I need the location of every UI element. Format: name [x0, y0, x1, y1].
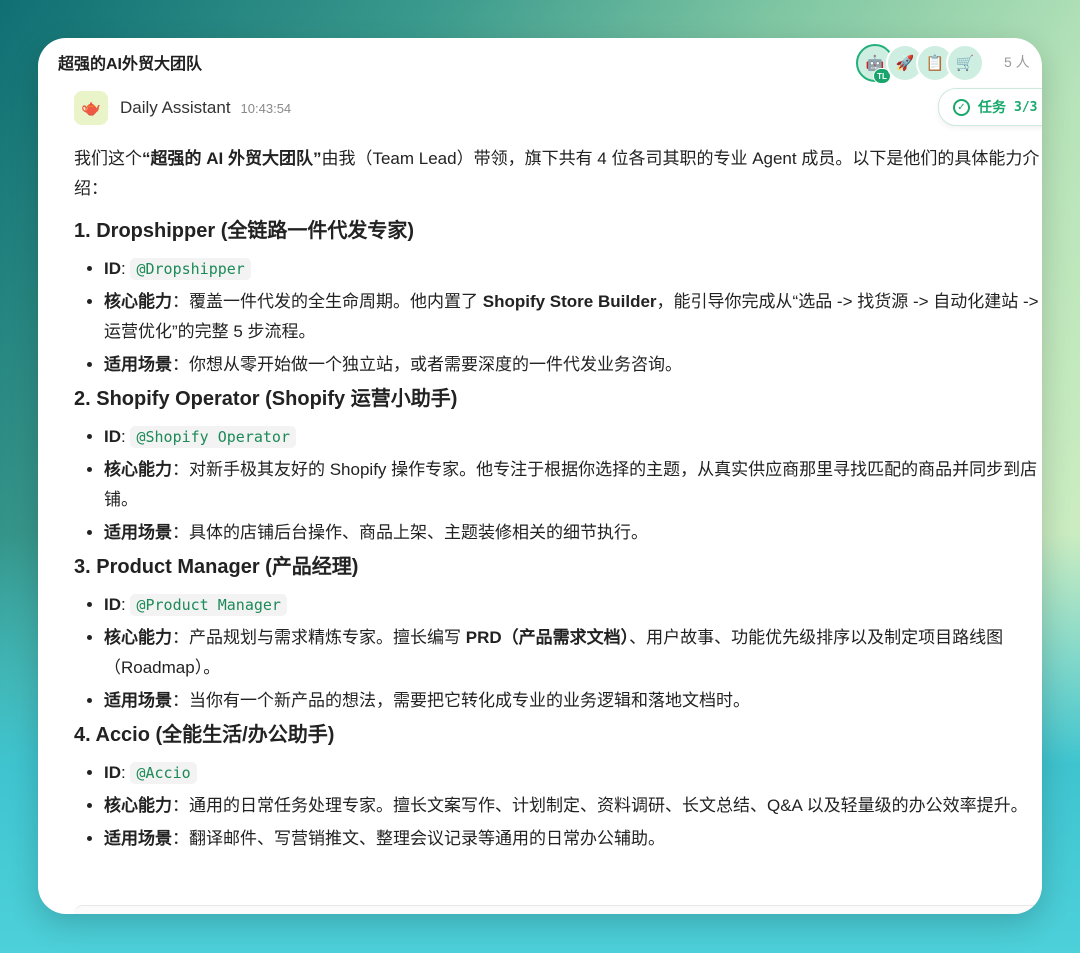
- id-item: ID: @Shopify Operator: [104, 422, 1042, 452]
- id-item: ID: @Product Manager: [104, 590, 1042, 620]
- scenario-item: 适用场景：翻译邮件、写营销推文、整理会议记录等通用的日常办公辅助。: [104, 824, 1042, 854]
- assistant-avatar-icon: 🫖: [74, 91, 108, 125]
- message-header: 🫖 Daily Assistant 10:43:54: [74, 91, 291, 125]
- task-label: 任务: [978, 99, 1006, 115]
- mention-tag[interactable]: @Accio: [130, 762, 197, 784]
- message-body: 我们这个“超强的 AI 外贸大团队”由我（Team Lead）带领，旗下共有 4…: [74, 144, 1042, 858]
- member-heading: 2. Shopify Operator (Shopify 运营小助手): [74, 388, 458, 410]
- core-ability-item: 核心能力：覆盖一件代发的全生命周期。他内置了 Shopify Store Bui…: [104, 287, 1042, 347]
- core-ability-item: 核心能力：产品规划与需求精炼专家。擅长编写 PRD（产品需求文档）、用户故事、功…: [104, 623, 1042, 683]
- core-ability-item: 核心能力：对新手极其友好的 Shopify 操作专家。他专注于根据你选择的主题，…: [104, 455, 1042, 515]
- member-section-2: 2. Shopify Operator (Shopify 运营小助手) ID: …: [74, 384, 1042, 548]
- scenario-item: 适用场景：当你有一个新产品的想法，需要把它转化成专业的业务逻辑和落地文档时。: [104, 686, 1042, 716]
- group-title: 超强的AI外贸大团队: [58, 56, 203, 73]
- id-item: ID: @Accio: [104, 758, 1042, 788]
- scenario-item: 适用场景：具体的店铺后台操作、商品上架、主题装修相关的细节执行。: [104, 518, 1042, 548]
- task-count: 3/3: [1014, 99, 1038, 115]
- id-item: ID: @Dropshipper: [104, 254, 1042, 284]
- input-area-edge[interactable]: [74, 905, 1042, 914]
- mention-tag[interactable]: @Shopify Operator: [130, 426, 296, 448]
- core-ability-item: 核心能力：通用的日常任务处理专家。擅长文案写作、计划制定、资料调研、长文总结、Q…: [104, 791, 1042, 821]
- mention-tag[interactable]: @Dropshipper: [130, 258, 251, 280]
- member-heading: 3. Product Manager (产品经理): [74, 556, 359, 578]
- member-section-3: 3. Product Manager (产品经理) ID: @Product M…: [74, 552, 1042, 716]
- member-section-1: 1. Dropshipper (全链路一件代发专家) ID: @Dropship…: [74, 216, 1042, 380]
- member-heading: 1. Dropshipper (全链路一件代发专家): [74, 220, 415, 242]
- intro-paragraph: 我们这个“超强的 AI 外贸大团队”由我（Team Lead）带领，旗下共有 4…: [74, 149, 1040, 198]
- check-circle-icon: ✓: [953, 98, 970, 116]
- message-time: 10:43:54: [240, 100, 292, 116]
- member-section-4: 4. Accio (全能生活/办公助手) ID: @Accio 核心能力：通用的…: [74, 720, 1042, 854]
- member-heading: 4. Accio (全能生活/办公助手): [74, 724, 335, 746]
- chat-window: 超强的AI外贸大团队 🤖 TL 🚀 📋 🛒 5 人 🫖 Daily Assist…: [38, 38, 1042, 914]
- scenario-item: 适用场景：你想从零开始做一个独立站，或者需要深度的一件代发业务咨询。: [104, 350, 1042, 380]
- member-count[interactable]: 5 人: [1004, 52, 1030, 72]
- mention-tag[interactable]: @Product Manager: [130, 594, 287, 616]
- task-progress-button[interactable]: ✓ 任务 3/3: [938, 88, 1042, 126]
- sender-name: Daily Assistant: [120, 98, 231, 117]
- cart-avatar-icon[interactable]: 🛒: [946, 44, 984, 82]
